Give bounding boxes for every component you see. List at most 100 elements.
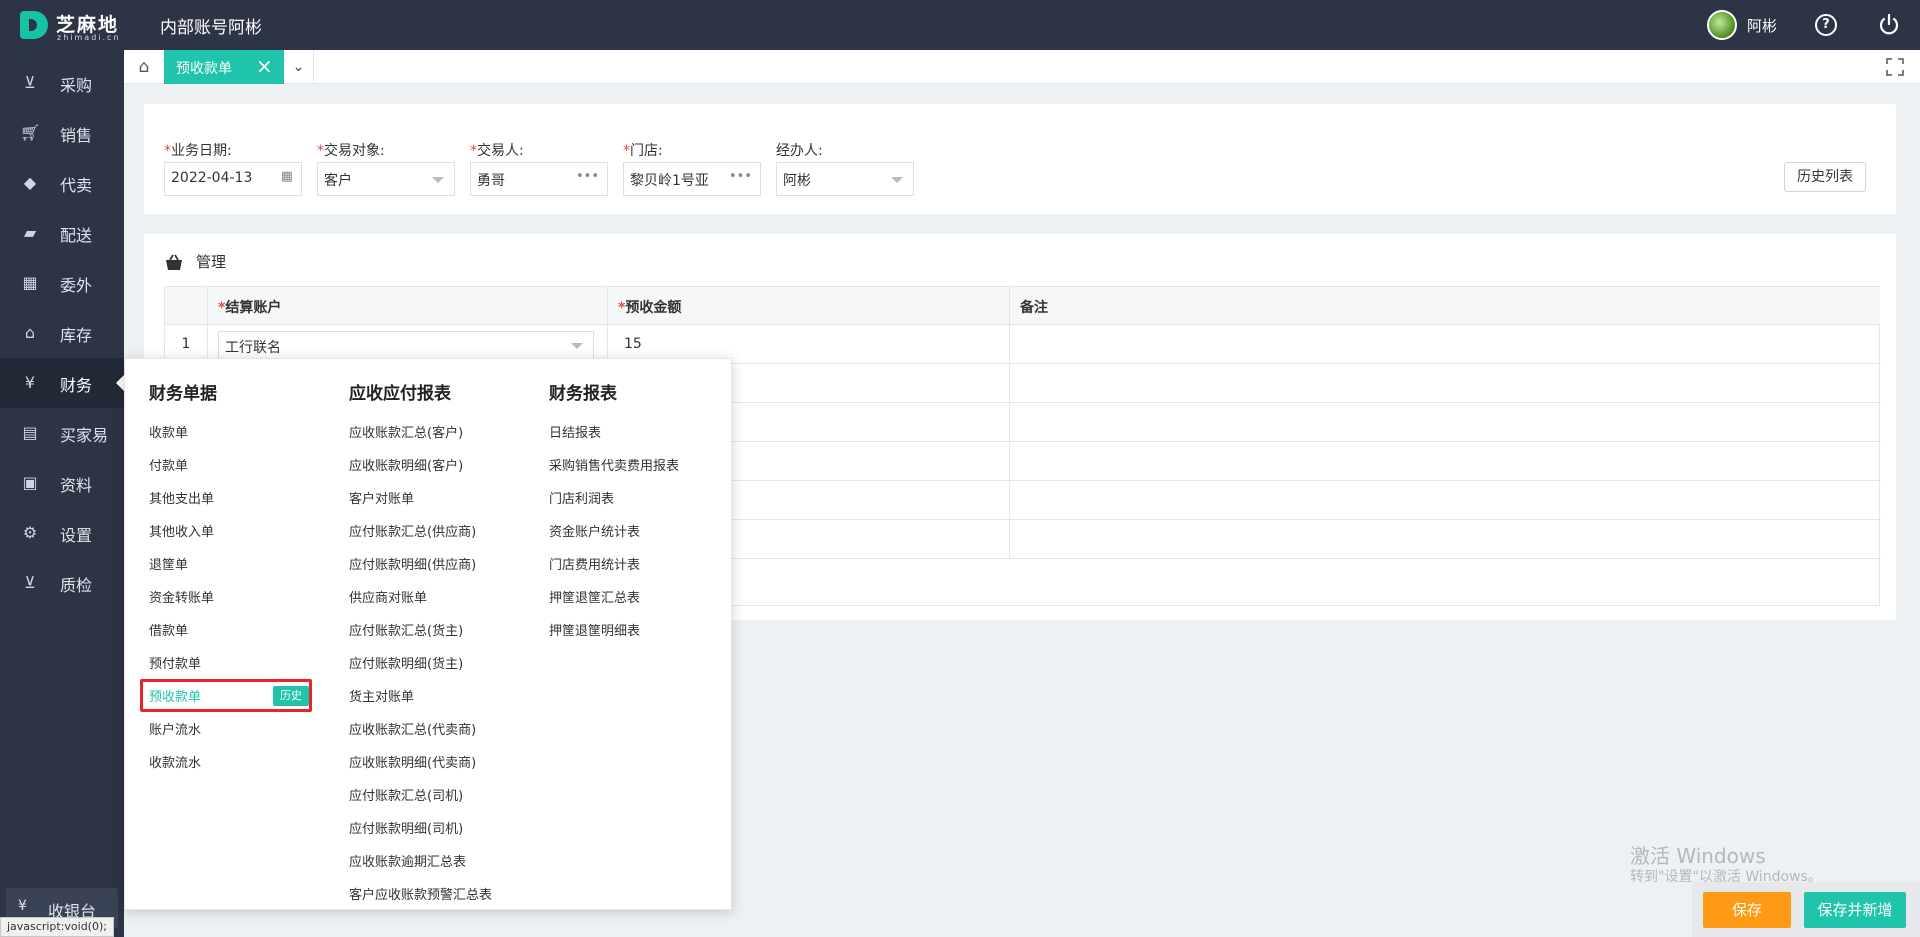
logo-subtext: zhimadi.cn xyxy=(57,33,121,42)
history-list-button[interactable]: 历史列表 xyxy=(1784,162,1866,192)
grid-title: 管理 xyxy=(196,253,227,271)
menu-item[interactable]: 应付账款汇总(货主) xyxy=(349,620,463,639)
sidebar-item-inventory[interactable]: ⌂ 库存 xyxy=(0,308,124,358)
note-cell[interactable] xyxy=(1010,442,1880,480)
menu-item[interactable]: 应收账款明细(代卖商) xyxy=(349,752,476,771)
help-icon[interactable]: ? xyxy=(1815,14,1837,36)
menu-item[interactable]: 收款单 xyxy=(149,422,188,441)
menu-item[interactable]: 应付账款明细(司机) xyxy=(349,818,463,837)
menu-item[interactable]: 押筐退筐明细表 xyxy=(549,620,640,639)
basket-icon: ⊻ xyxy=(24,573,36,592)
target-select[interactable]: 客户 xyxy=(317,162,455,196)
menu-item[interactable]: 应收账款汇总(客户) xyxy=(349,422,463,441)
yen-shield-icon: ¥ xyxy=(24,373,36,392)
menu-item[interactable]: 资金转账单 xyxy=(149,587,214,606)
menu-item[interactable]: 日结报表 xyxy=(549,422,601,441)
menu-item[interactable]: 退筐单 xyxy=(149,554,188,573)
activation-watermark: 激活 Windows xyxy=(1630,844,1766,868)
sidebar-item-qc[interactable]: ⊻ 质检 xyxy=(0,558,124,608)
person-field[interactable]: 勇哥 ••• xyxy=(470,162,608,196)
menu-item[interactable]: 门店费用统计表 xyxy=(549,554,640,573)
building-icon: ▦ xyxy=(22,273,38,292)
menu-item[interactable]: 资金账户统计表 xyxy=(549,521,640,540)
menu-item[interactable]: 预付款单 xyxy=(149,653,201,672)
sidebar-item-label: 库存 xyxy=(60,326,93,345)
menu-item[interactable]: 其他支出单 xyxy=(149,488,214,507)
note-cell[interactable] xyxy=(1010,364,1880,402)
handler-select[interactable]: 阿彬 xyxy=(776,162,914,196)
sidebar-item-label: 财务 xyxy=(60,376,93,395)
note-cell[interactable] xyxy=(1010,520,1880,558)
sidebar-item-label: 设置 xyxy=(60,526,93,545)
store-icon: ▤ xyxy=(22,423,38,442)
account-title: 内部账号阿彬 xyxy=(160,18,262,38)
home-icon[interactable]: ⌂ xyxy=(124,50,164,84)
column-header-account: *结算账户 xyxy=(208,287,608,325)
tag-icon: ◆ xyxy=(23,173,37,192)
menu-item[interactable]: 供应商对账单 xyxy=(349,587,427,606)
save-button[interactable]: 保存 xyxy=(1703,892,1791,928)
menu-item[interactable]: 收款流水 xyxy=(149,752,201,771)
tab-advance-receipt[interactable]: 预收款单 × xyxy=(164,50,284,84)
menu-item[interactable]: 应付账款明细(货主) xyxy=(349,653,463,672)
sidebar-item-outsource[interactable]: ▦ 委外 xyxy=(0,258,124,308)
app-logo[interactable]: 芝麻地 zhimadi.cn xyxy=(20,10,130,42)
avatar[interactable] xyxy=(1707,10,1737,40)
warehouse-icon: ⌂ xyxy=(24,323,36,342)
user-name[interactable]: 阿彬 xyxy=(1747,15,1777,36)
menu-item[interactable]: 应付账款汇总(司机) xyxy=(349,785,463,804)
close-icon[interactable]: × xyxy=(256,54,273,78)
note-cell[interactable] xyxy=(1010,403,1880,441)
menu-item[interactable]: 应付账款明细(供应商) xyxy=(349,554,476,573)
caret-down-icon xyxy=(891,177,903,183)
menu-item[interactable]: 其他收入单 xyxy=(149,521,214,540)
menu-item[interactable]: 采购销售代卖费用报表 xyxy=(549,455,679,474)
menu-item[interactable]: 押筐退筐汇总表 xyxy=(549,587,640,606)
column-header-amount: *预收金额 xyxy=(608,287,1010,325)
menu-item[interactable]: 付款单 xyxy=(149,455,188,474)
date-label: *业务日期: xyxy=(164,143,232,159)
menu-item[interactable]: 借款单 xyxy=(149,620,188,639)
menu-item[interactable]: 货主对账单 xyxy=(349,686,414,705)
menu-item-advance-receipt[interactable]: 预收款单 xyxy=(149,686,201,705)
more-icon[interactable]: ••• xyxy=(729,169,752,184)
menu-item[interactable]: 应付账款汇总(供应商) xyxy=(349,521,476,540)
calendar-icon[interactable]: ▦ xyxy=(281,169,293,184)
caret-down-icon xyxy=(571,343,583,349)
sidebar-item-data[interactable]: ▣ 资料 xyxy=(0,458,124,508)
note-cell[interactable] xyxy=(1010,481,1880,519)
menu-item[interactable]: 客户对账单 xyxy=(349,488,414,507)
note-cell[interactable] xyxy=(1010,325,1880,363)
sidebar-item-finance[interactable]: ¥ 财务 xyxy=(0,358,124,408)
target-label: *交易对象: xyxy=(317,143,385,159)
menu-item[interactable]: 应收账款汇总(代卖商) xyxy=(349,719,476,738)
cashier-icon: ¥ xyxy=(18,898,27,914)
menu-item[interactable]: 账户流水 xyxy=(149,719,201,738)
sidebar-item-label: 代卖 xyxy=(60,176,93,195)
more-icon[interactable]: ••• xyxy=(576,169,599,184)
sidebar-item-settings[interactable]: ⚙ 设置 xyxy=(0,508,124,558)
sidebar-item-consignment[interactable]: ◆ 代卖 xyxy=(0,158,124,208)
sidebar-item-label: 配送 xyxy=(60,226,93,245)
status-url: javascript:void(0); xyxy=(0,917,114,937)
fullscreen-icon[interactable] xyxy=(1886,58,1904,76)
account-select[interactable]: 工行联名 xyxy=(218,331,594,359)
chevron-down-icon[interactable]: ⌄ xyxy=(284,50,314,84)
menu-item[interactable]: 客户应收账款预警汇总表 xyxy=(349,884,492,903)
sidebar-item-sales[interactable]: 🛒︎ 销售 xyxy=(0,108,124,158)
date-field[interactable]: 2022-04-13 ▦ xyxy=(164,162,302,196)
sidebar-item-delivery[interactable]: ▰ 配送 xyxy=(0,208,124,258)
sidebar-item-label: 买家易 xyxy=(60,426,109,445)
cart-icon: 🛒︎ xyxy=(20,123,41,142)
sidebar-item-buyer[interactable]: ▤ 买家易 xyxy=(0,408,124,458)
menu-item[interactable]: 应收账款逾期汇总表 xyxy=(349,851,466,870)
basket-icon xyxy=(164,252,184,272)
person-label: *交易人: xyxy=(470,143,524,159)
sidebar-item-purchase[interactable]: ⊻ 采购 xyxy=(0,58,124,108)
store-field[interactable]: 黎贝岭1号亚 ••• xyxy=(623,162,761,196)
save-and-new-button[interactable]: 保存并新增 xyxy=(1804,892,1906,928)
power-icon[interactable] xyxy=(1876,12,1902,38)
history-badge[interactable]: 历史 xyxy=(273,686,309,706)
menu-item[interactable]: 门店利润表 xyxy=(549,488,614,507)
menu-item[interactable]: 应收账款明细(客户) xyxy=(349,455,463,474)
